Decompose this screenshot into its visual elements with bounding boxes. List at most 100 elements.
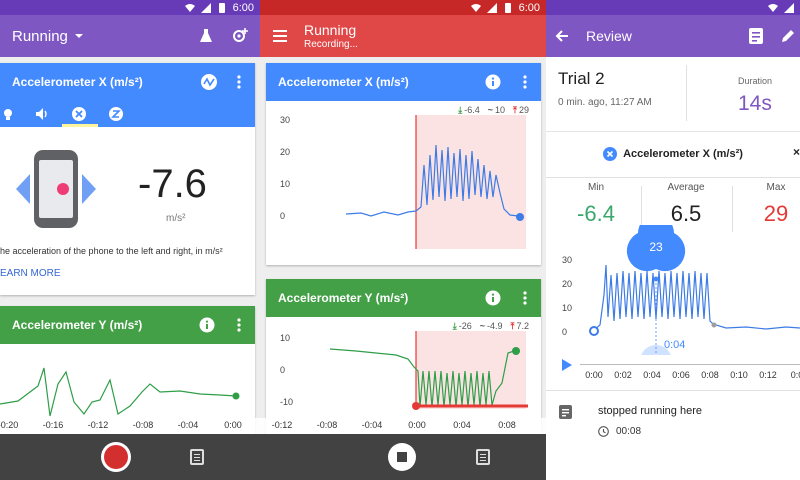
wifi-icon bbox=[470, 3, 481, 12]
avg-value: 6.5 bbox=[670, 201, 702, 226]
avg-icon: ~ bbox=[479, 321, 485, 331]
learn-more-link[interactable]: EARN MORE bbox=[0, 268, 61, 279]
more-vert-icon[interactable] bbox=[513, 70, 537, 94]
status-time: 6:00 bbox=[232, 1, 254, 14]
avg-stat: Average 6.5 bbox=[656, 182, 716, 227]
menu-icon[interactable] bbox=[268, 24, 292, 48]
trial-meta: 0 min. ago, 11:27 AM bbox=[558, 97, 652, 108]
status-time: 6:00 bbox=[518, 1, 540, 14]
add-note-button[interactable] bbox=[190, 449, 204, 465]
marker-value: 23 bbox=[649, 240, 663, 254]
tab-indicator bbox=[62, 124, 98, 127]
time-tick-label: -0:04 bbox=[361, 420, 383, 430]
note-text: stopped running here bbox=[598, 405, 702, 417]
card-title: Accelerometer X (m/s²) bbox=[278, 75, 409, 89]
info-icon[interactable] bbox=[195, 313, 219, 337]
sensor-value: -7.6 bbox=[138, 162, 207, 206]
time-axis: 0:00 0:02 0:04 0:06 0:08 0:10 0:12 0:0 bbox=[546, 368, 800, 384]
max-value: 29 bbox=[763, 201, 789, 226]
scrub-time: 0:04 bbox=[664, 339, 686, 351]
app-bar-subtitle: Recording... bbox=[304, 39, 358, 50]
signal-icon bbox=[486, 2, 497, 13]
avg-label: Average bbox=[667, 182, 705, 193]
arrow-right-icon bbox=[82, 174, 96, 204]
sensor-card-y: Accelerometer Y (m/s²) bbox=[0, 306, 255, 434]
time-tick-label: 0:00 bbox=[224, 420, 242, 430]
status-bar bbox=[546, 0, 800, 15]
wifi-icon bbox=[768, 3, 778, 12]
time-tick-label: 0:04 bbox=[643, 370, 661, 380]
tab-sound-sensor[interactable] bbox=[30, 102, 54, 126]
time-tick-label: 0:08 bbox=[498, 420, 516, 430]
sensor-selector[interactable]: Accelerometer X (m/s²) bbox=[546, 140, 800, 168]
note-item[interactable]: stopped running here 00:08 bbox=[546, 396, 800, 446]
notes-icon[interactable] bbox=[744, 24, 768, 48]
time-tick-label: 0:08 bbox=[701, 370, 719, 380]
review-graph[interactable] bbox=[546, 225, 800, 355]
screen-running-observe: 6:00 Running Accelerometer X (m/s²) -7.6… bbox=[0, 0, 260, 480]
graph-toggle-icon[interactable] bbox=[197, 70, 221, 94]
note-time: 00:08 bbox=[616, 426, 642, 437]
time-tick-label: -0:16 bbox=[42, 420, 64, 430]
time-tick-label: 0:04 bbox=[453, 420, 471, 430]
duration-label: Duration bbox=[738, 76, 773, 86]
time-axis: -0:12 -0:08 -0:04 0:00 0:04 0:08 bbox=[260, 418, 546, 434]
more-vert-icon[interactable] bbox=[513, 286, 537, 310]
time-axis: -0:20 -0:16 -0:12 -0:08 -0:04 0:00 bbox=[0, 418, 260, 434]
tab-accel-z-sensor[interactable] bbox=[104, 102, 128, 126]
accel-x-sensor-icon bbox=[603, 147, 618, 161]
tab-light-sensor[interactable] bbox=[0, 102, 20, 126]
time-tick-label: -0:08 bbox=[316, 420, 338, 430]
sensor-card-x: Accelerometer X (m/s²) ⤓ -6.4 ~10 ⤒ 29 30 … bbox=[266, 63, 541, 265]
signal-icon bbox=[784, 2, 794, 13]
add-note-button[interactable] bbox=[476, 449, 490, 465]
duration-value: 14s bbox=[738, 92, 772, 115]
card-title: Accelerometer Y (m/s²) bbox=[278, 291, 409, 305]
trial-header: Trial 2 0 min. ago, 11:27 AM Duration 14… bbox=[546, 57, 800, 132]
card-header: Accelerometer Y (m/s²) bbox=[0, 306, 255, 344]
time-tick-label: 0:12 bbox=[759, 370, 777, 380]
stop-recording-button[interactable] bbox=[388, 443, 416, 471]
app-bar: Running Recording... bbox=[260, 15, 546, 57]
sensor-tabs bbox=[0, 101, 255, 127]
close-icon[interactable]: × bbox=[793, 145, 800, 159]
min-stat: Min -6.4 bbox=[566, 182, 626, 227]
app-bar-title: Review bbox=[586, 28, 632, 44]
sensor-unit: m/s² bbox=[166, 213, 186, 224]
note-icon bbox=[559, 405, 572, 419]
max-label: Max bbox=[766, 182, 786, 193]
time-tick-label: -0:12 bbox=[87, 420, 109, 430]
sensor-card-x: Accelerometer X (m/s²) -7.6 m/s² he acce… bbox=[0, 63, 255, 295]
card-title: Accelerometer X (m/s²) bbox=[12, 75, 143, 89]
experiment-flask-icon[interactable] bbox=[194, 24, 218, 48]
signal-icon bbox=[200, 2, 211, 13]
card-header: Accelerometer X (m/s²) bbox=[0, 63, 255, 101]
time-tick-label: 0:10 bbox=[730, 370, 748, 380]
clock-icon bbox=[598, 426, 609, 437]
arrow-left-icon bbox=[16, 174, 30, 204]
info-icon[interactable] bbox=[481, 70, 505, 94]
card-header: Accelerometer X (m/s²) bbox=[266, 63, 541, 101]
avg-icon: ~ bbox=[487, 105, 493, 115]
screen-recording: 6:00 Running Recording... Accelerometer … bbox=[260, 0, 546, 480]
trial-title: Trial 2 bbox=[558, 69, 605, 88]
more-vert-icon[interactable] bbox=[227, 70, 251, 94]
back-arrow-icon[interactable] bbox=[550, 24, 574, 48]
tab-accel-x-sensor[interactable] bbox=[67, 102, 91, 126]
min-icon: ⤓ bbox=[458, 105, 463, 115]
info-icon[interactable] bbox=[481, 286, 505, 310]
sensor-illustration bbox=[16, 148, 96, 230]
add-sensor-icon[interactable] bbox=[228, 24, 252, 48]
time-tick-label: 0:00 bbox=[408, 420, 426, 430]
battery-icon bbox=[504, 2, 511, 13]
accel-x-graph[interactable] bbox=[266, 115, 541, 265]
app-bar-title: Running bbox=[304, 22, 357, 38]
battery-icon bbox=[218, 2, 225, 13]
time-tick-label: -0:08 bbox=[132, 420, 154, 430]
more-vert-icon[interactable] bbox=[227, 313, 251, 337]
max-icon: ⤒ bbox=[513, 105, 517, 115]
record-button[interactable] bbox=[101, 442, 131, 472]
max-stat: Max 29 bbox=[746, 182, 800, 227]
mode-dropdown[interactable]: Running bbox=[0, 28, 194, 45]
edit-pencil-icon[interactable] bbox=[776, 24, 800, 48]
